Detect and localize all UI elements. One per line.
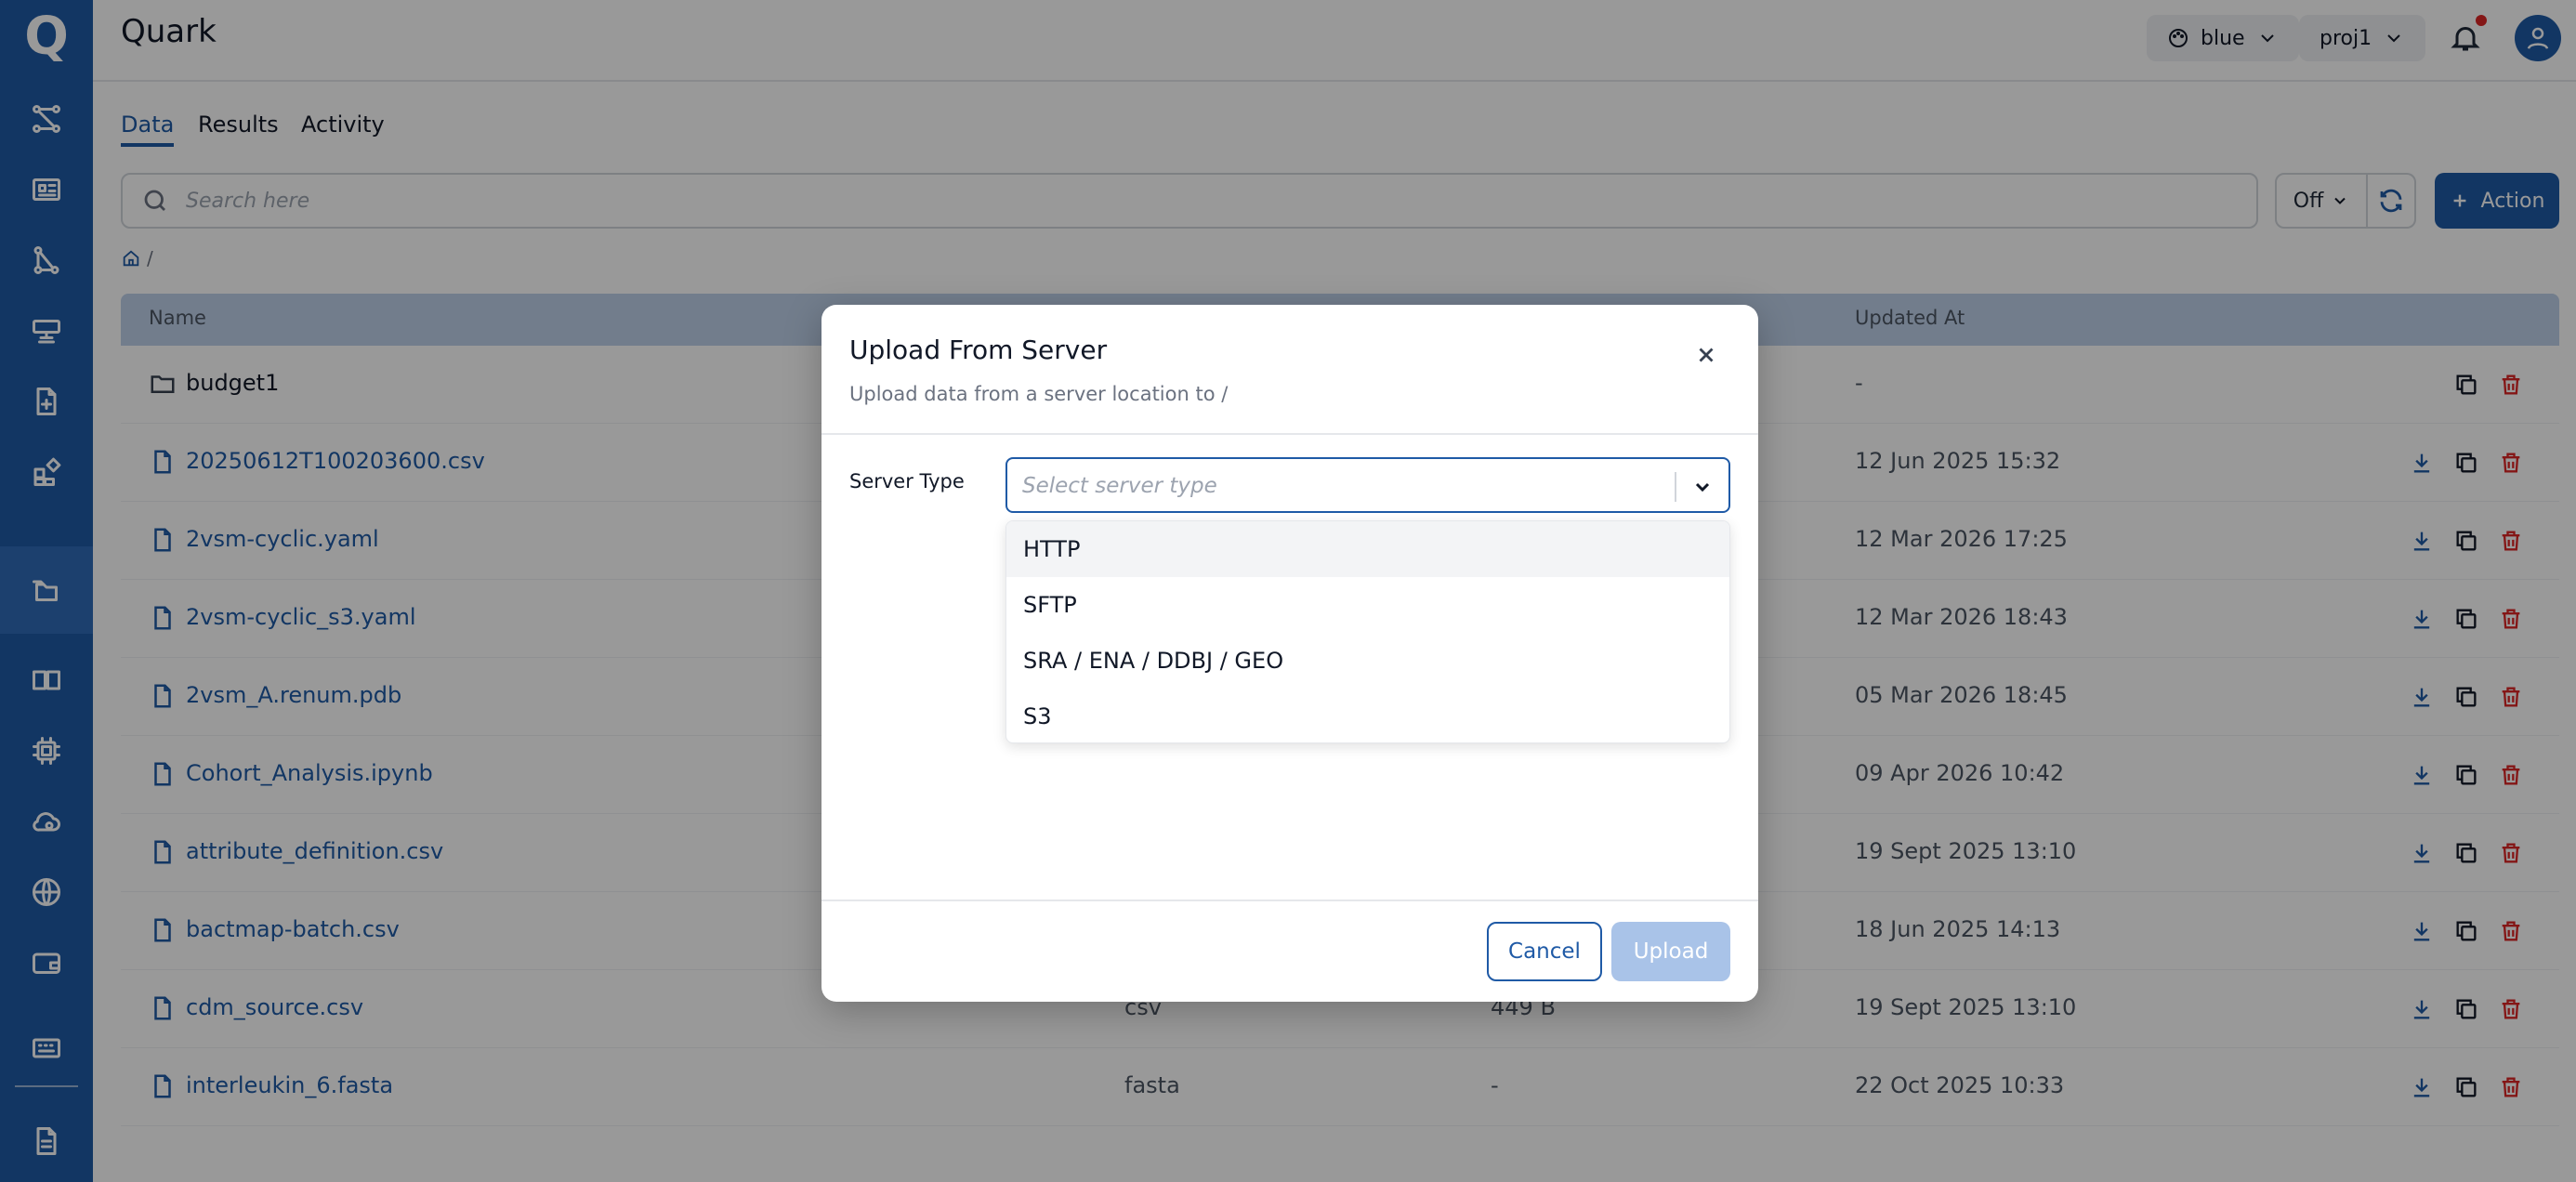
close-icon[interactable] <box>1689 338 1723 372</box>
upload-button[interactable]: Upload <box>1611 922 1730 981</box>
chevron-down-icon[interactable] <box>1688 472 1717 502</box>
upload-from-server-dialog: Upload From Server Upload data from a se… <box>821 305 1758 1002</box>
server-type-label: Server Type <box>849 470 965 492</box>
option-sra-ena-ddbj-geo[interactable]: SRA / ENA / DDBJ / GEO <box>1006 633 1729 689</box>
dialog-title: Upload From Server <box>849 335 1108 365</box>
option-s3[interactable]: S3 <box>1006 689 1729 742</box>
server-type-select[interactable]: Select server type <box>1005 457 1730 513</box>
dialog-divider-bottom <box>821 900 1758 901</box>
option-http[interactable]: HTTP <box>1006 521 1729 577</box>
server-type-menu: HTTP SFTP SRA / ENA / DDBJ / GEO S3 <box>1005 520 1730 743</box>
select-separator <box>1675 472 1676 502</box>
cancel-button[interactable]: Cancel <box>1487 922 1602 981</box>
option-sftp[interactable]: SFTP <box>1006 577 1729 633</box>
server-type-placeholder: Select server type <box>1022 474 1217 498</box>
dialog-subtitle: Upload data from a server location to / <box>849 383 1229 405</box>
dialog-divider-top <box>821 433 1758 435</box>
